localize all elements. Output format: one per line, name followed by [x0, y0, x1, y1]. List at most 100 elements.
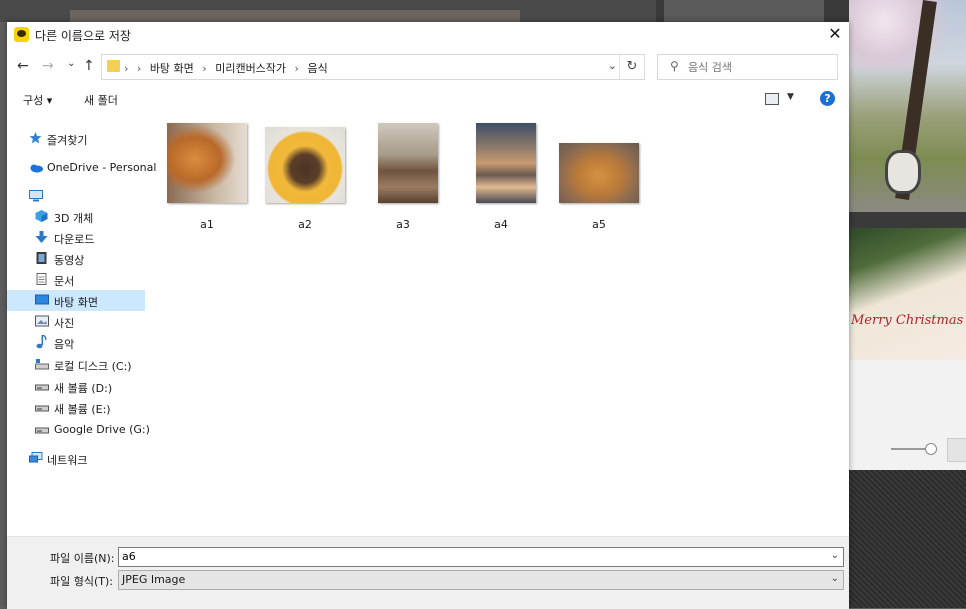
sidebar-item-volume-d[interactable]: 새 볼륨 (D:)	[7, 376, 145, 397]
save-options: 파일 이름(N): ⌄ 파일 형식(T): JPEG Image ⌄	[7, 536, 849, 609]
dog-figure	[885, 150, 921, 194]
sidebar-item-label: 3D 개체	[54, 212, 94, 225]
search-box[interactable]: ⚲	[657, 54, 838, 80]
sidebar-item-quick-access[interactable]: 즐겨찾기	[7, 128, 145, 149]
file-item-a4[interactable]: a4	[456, 123, 546, 233]
background-window-top	[0, 0, 656, 22]
file-name: a2	[298, 218, 312, 231]
address-dropdown-button[interactable]: ⌄	[608, 59, 617, 72]
breadcrumb-separator[interactable]: ›	[202, 62, 206, 75]
close-button[interactable]: ✕	[825, 24, 845, 44]
refresh-button[interactable]: ↻	[619, 55, 644, 79]
background-photo-cake: Merry Christmas	[849, 228, 966, 360]
help-button[interactable]: ?	[820, 91, 835, 106]
sidebar-item-videos[interactable]: 동영상	[7, 248, 145, 269]
breadcrumb-folder-mirikanvas[interactable]: 미리캔버스작가	[215, 62, 286, 75]
file-thumbnail	[476, 123, 536, 203]
cube-icon	[35, 210, 48, 222]
view-options-dropdown[interactable]: ▼	[787, 92, 794, 102]
drive-icon	[35, 405, 49, 412]
breadcrumb-separator[interactable]: ›	[137, 62, 141, 75]
file-thumbnail	[265, 127, 345, 203]
chevron-down-icon[interactable]: ⌄	[831, 550, 839, 561]
desktop-icon	[35, 294, 49, 305]
background-button	[947, 438, 966, 462]
drive-icon	[35, 384, 49, 391]
network-icon	[29, 452, 43, 463]
download-icon	[35, 231, 48, 243]
file-item-a2[interactable]: a2	[260, 123, 350, 233]
filename-label: 파일 이름(N):	[50, 552, 115, 565]
up-button[interactable]: ↑	[83, 58, 95, 74]
file-list: a1 a2 a3 a4 a5	[148, 114, 849, 534]
search-icon: ⚲	[670, 59, 679, 73]
computer-icon	[29, 190, 43, 202]
sidebar-item-pictures[interactable]: 사진	[7, 311, 145, 332]
filename-field[interactable]: ⌄	[118, 547, 844, 567]
document-icon	[36, 273, 47, 285]
local-disk-icon	[35, 359, 49, 370]
star-icon	[29, 132, 42, 144]
file-thumbnail	[167, 123, 247, 203]
drive-icon	[35, 427, 49, 434]
sidebar-item-label: 바탕 화면	[54, 296, 98, 309]
file-name: a3	[396, 218, 410, 231]
organize-button[interactable]: 구성 ▾	[23, 92, 52, 108]
breadcrumb-separator[interactable]: ›	[295, 62, 299, 75]
sidebar-item-volume-e[interactable]: 새 볼륨 (E:)	[7, 397, 145, 418]
command-bar: 구성 ▾ 새 폴더 ▼ ?	[7, 86, 849, 112]
file-item-a1[interactable]: a1	[162, 123, 252, 233]
file-thumbnail	[559, 143, 639, 203]
sidebar-item-downloads[interactable]: 다운로드	[7, 227, 145, 248]
filename-input[interactable]	[122, 549, 812, 564]
chevron-down-icon[interactable]: ⌄	[831, 573, 839, 584]
sidebar-item-label: 음악	[54, 338, 75, 351]
recent-locations-button[interactable]: ⌄	[67, 58, 75, 69]
breadcrumb-desktop[interactable]: 바탕 화면	[150, 62, 194, 75]
sidebar-item-onedrive[interactable]: OneDrive - Personal	[7, 157, 156, 178]
sidebar-item-google-drive[interactable]: Google Drive (G:)	[7, 419, 150, 440]
search-input[interactable]	[686, 58, 835, 76]
sidebar-item-label: 새 볼륨 (D:)	[54, 382, 113, 395]
file-name: a4	[494, 218, 508, 231]
sidebar-item-label: 동영상	[54, 254, 85, 267]
blossom-area	[849, 0, 966, 70]
sidebar-item-this-pc[interactable]	[7, 186, 145, 207]
sidebar-item-network[interactable]: 네트워크	[7, 448, 145, 469]
sidebar-item-desktop[interactable]: 바탕 화면	[7, 290, 145, 311]
address-bar[interactable]: › › 바탕 화면 › 미리캔버스작가 › 음식 ⌄ ↻	[101, 54, 645, 80]
file-thumbnail	[378, 123, 438, 203]
forward-button[interactable]: →	[42, 58, 54, 74]
sidebar-item-label: 즐겨찾기	[47, 134, 88, 147]
background-controls	[849, 360, 966, 470]
sidebar-item-label: 다운로드	[54, 233, 95, 246]
breadcrumb-folder-food[interactable]: 음식	[307, 62, 327, 75]
filetype-label: 파일 형식(T):	[50, 575, 113, 588]
sidebar-item-documents[interactable]: 문서	[7, 269, 145, 290]
view-options-icon[interactable]	[765, 93, 779, 105]
breadcrumb-separator[interactable]: ›	[124, 62, 128, 75]
sidebar-item-label: 사진	[54, 317, 75, 330]
sidebar-item-label: 새 볼륨 (E:)	[54, 403, 111, 416]
background-photo-blossom	[849, 0, 966, 212]
save-as-dialog: 다른 이름으로 저장 ✕ ← → ⌄ ↑ › › 바탕 화면 › 미리캔버스작가…	[7, 22, 849, 609]
cloud-icon	[30, 164, 43, 173]
dialog-title: 다른 이름으로 저장	[35, 29, 131, 43]
background-mesh	[849, 470, 966, 608]
back-button[interactable]: ←	[17, 58, 29, 74]
kakaotalk-icon	[14, 27, 29, 42]
sidebar-item-music[interactable]: 음악	[7, 332, 145, 353]
sidebar-item-label: 로컬 디스크 (C:)	[54, 360, 132, 373]
background-slider-knob	[925, 443, 937, 455]
background-dimmed-bar	[70, 10, 520, 22]
new-folder-button[interactable]: 새 폴더	[84, 92, 118, 108]
file-item-a5[interactable]: a5	[554, 123, 644, 233]
filetype-select[interactable]: JPEG Image ⌄	[118, 570, 844, 590]
file-name: a1	[200, 218, 214, 231]
sidebar-item-local-disk-c[interactable]: 로컬 디스크 (C:)	[7, 354, 145, 375]
file-item-a3[interactable]: a3	[358, 123, 448, 233]
file-name: a5	[592, 218, 606, 231]
cake-text: Merry Christmas	[851, 313, 964, 328]
navigation-bar: ← → ⌄ ↑ › › 바탕 화면 › 미리캔버스작가 › 음식 ⌄ ↻ ⚲	[7, 52, 849, 82]
sidebar-item-3d-objects[interactable]: 3D 개체	[7, 206, 145, 227]
